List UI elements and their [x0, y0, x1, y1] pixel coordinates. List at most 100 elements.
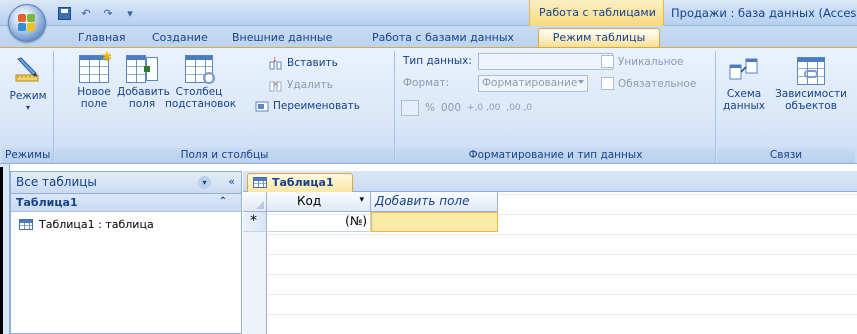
collapse-group-icon[interactable]: ⌃	[219, 196, 227, 207]
navigation-pane: Все таблицы ▾ « Таблица1 ⌃ Таблица1 : та…	[10, 171, 242, 334]
object-dependencies-icon	[797, 57, 825, 85]
datasheet-grid[interactable]: Код ▾ Добавить поле * (№)	[243, 192, 857, 334]
context-tab-label: Работа с таблицами	[529, 0, 664, 26]
group-formatting: Тип данных: Формат: Форматирование Уника…	[396, 51, 716, 163]
cell-new-row-id[interactable]: (№)	[267, 212, 371, 232]
collapse-pane-icon[interactable]: «	[228, 175, 235, 188]
percent-button[interactable]: %	[425, 102, 435, 114]
column-header-id-label: Код	[297, 194, 322, 208]
window-left-edge	[0, 164, 10, 334]
select-all-corner[interactable]	[243, 192, 267, 212]
lookup-column-button[interactable]: Столбец подстановок	[165, 55, 236, 110]
table-icon	[253, 177, 267, 188]
svg-text:✕: ✕	[272, 80, 280, 90]
row-selector-column	[243, 232, 267, 334]
required-checkbox-box[interactable]	[601, 77, 614, 90]
thousands-button[interactable]: 000	[441, 102, 461, 114]
group-views: Режим ▾ Режимы	[2, 51, 54, 163]
nav-group-header[interactable]: Таблица1 ⌃	[11, 194, 241, 212]
tab-datasheet[interactable]: Режим таблицы	[538, 28, 660, 47]
title-bar: ↶ ↷ ▾ Работа с таблицами Продажи : база …	[0, 0, 857, 26]
new-field-label-1: Новое	[77, 86, 111, 98]
column-header-id[interactable]: Код ▾	[267, 192, 371, 212]
lookup-column-label-1: Столбец	[175, 86, 223, 98]
undo-icon[interactable]: ↶	[78, 5, 94, 21]
document-tab-label: Таблица1	[272, 176, 334, 189]
format-combo[interactable]: Форматирование	[478, 75, 588, 92]
group-formatting-label: Форматирование и тип данных	[396, 148, 715, 163]
relationships-label-1: Схема	[726, 88, 762, 100]
format-value: Форматирование	[482, 77, 578, 89]
ribbon-tabs: Главная Создание Внешние данные Работа с…	[0, 26, 857, 47]
relationships-icon	[729, 57, 759, 85]
document-tab-table1[interactable]: Таблица1	[247, 173, 353, 192]
nav-pane-header[interactable]: Все таблицы ▾ «	[11, 172, 241, 194]
required-checkbox[interactable]: Обязательное	[601, 77, 696, 90]
new-row-selector[interactable]: *	[243, 212, 267, 232]
redo-icon[interactable]: ↷	[100, 5, 116, 21]
view-mode-button[interactable]: Режим ▾	[4, 55, 52, 114]
new-field-icon: ✱	[79, 51, 112, 83]
nav-item-table1[interactable]: Таблица1 : таблица	[11, 212, 241, 232]
add-fields-icon	[126, 55, 158, 83]
currency-icon[interactable]	[401, 100, 419, 116]
format-label: Формат:	[403, 77, 450, 89]
group-fields-columns-label: Поля и столбцы	[55, 148, 394, 163]
chevron-down-icon	[578, 80, 584, 84]
svg-text:↓: ↓	[272, 56, 278, 64]
view-mode-label: Режим	[9, 90, 47, 102]
tab-external-data[interactable]: Внешние данные	[232, 28, 332, 47]
group-relationships-label: Связи	[717, 148, 855, 163]
object-dependencies-label-2: объектов	[785, 100, 837, 112]
relationships-label-2: данных	[723, 100, 765, 112]
tab-home[interactable]: Главная	[78, 28, 126, 47]
document-tabs: Таблица1	[243, 171, 857, 192]
insert-column-button[interactable]: ↓ Вставить	[269, 56, 338, 70]
delete-column-button[interactable]: ✕ Удалить	[269, 78, 333, 92]
ribbon: Режим ▾ Режимы ✱ Новое поле Добавить пол…	[0, 47, 857, 164]
delete-column-label: Удалить	[287, 79, 333, 91]
cell-new-row-add-field[interactable]	[371, 212, 498, 232]
save-icon[interactable]	[56, 5, 72, 21]
chevron-down-icon[interactable]: ▾	[359, 195, 364, 205]
group-relationships: Схема данных Зависимости объектов Связи	[717, 51, 855, 163]
office-logo-icon	[18, 14, 36, 32]
rename-column-button[interactable]: Переименовать	[237, 99, 360, 113]
unique-checkbox-box[interactable]	[601, 55, 614, 68]
increase-decimal-button[interactable]: +,0 ,00	[467, 103, 500, 113]
design-view-icon	[12, 55, 44, 87]
group-fields-columns: ✱ Новое поле Добавить поля Столбец подст…	[55, 51, 395, 163]
nav-pane-title: Все таблицы	[16, 175, 97, 189]
data-type-combo[interactable]	[478, 53, 613, 70]
customize-qat-icon[interactable]: ▾	[122, 5, 138, 21]
object-dependencies-label-1: Зависимости	[775, 88, 847, 100]
object-dependencies-button[interactable]: Зависимости объектов	[771, 57, 851, 112]
tab-database-tools[interactable]: Работа с базами данных	[372, 28, 514, 47]
required-label: Обязательное	[618, 77, 697, 90]
relationships-button[interactable]: Схема данных	[721, 57, 767, 112]
rename-column-label: Переименовать	[273, 100, 360, 112]
unique-checkbox[interactable]: Уникальное	[601, 55, 684, 68]
office-button[interactable]	[8, 4, 46, 42]
new-field-button[interactable]: ✱ Новое поле	[73, 51, 115, 110]
add-fields-label-1: Добавить	[117, 86, 170, 98]
nav-pane-menu-icon[interactable]: ▾	[198, 176, 211, 189]
add-fields-button[interactable]: Добавить поля	[117, 55, 170, 110]
quick-access-toolbar: ↶ ↷ ▾	[56, 4, 138, 22]
insert-column-label: Вставить	[287, 57, 338, 69]
column-header-add-field[interactable]: Добавить поле	[371, 192, 498, 212]
new-row-marker: *	[250, 213, 257, 229]
number-format-row: % 000 +,0 ,00 ,00 ,0	[401, 100, 532, 116]
new-field-label-2: поле	[80, 98, 108, 110]
document-area: Таблица1 Код ▾ Добавить поле * (№)	[243, 171, 857, 334]
group-views-label: Режимы	[2, 148, 53, 163]
lookup-column-icon	[185, 55, 215, 84]
window-title: Продажи : база данных (Access	[671, 6, 857, 20]
insert-column-icon: ↓	[269, 56, 283, 70]
decrease-decimal-button[interactable]: ,00 ,0	[506, 103, 532, 113]
nav-item-label: Таблица1 : таблица	[39, 217, 154, 231]
unique-label: Уникальное	[618, 55, 684, 68]
rename-column-icon	[255, 99, 269, 113]
data-type-label: Тип данных:	[403, 55, 472, 67]
tab-create[interactable]: Создание	[152, 28, 208, 47]
